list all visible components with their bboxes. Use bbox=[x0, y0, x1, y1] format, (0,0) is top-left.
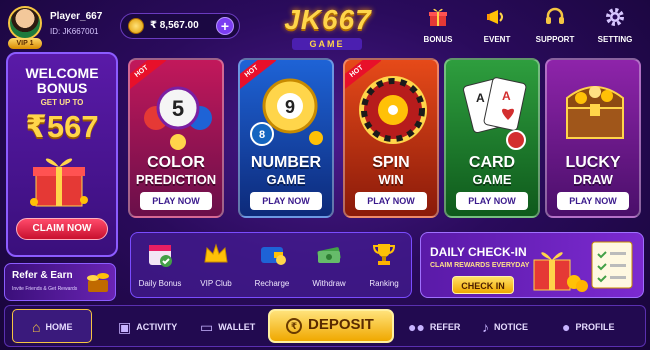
playing-cards-icon: A A bbox=[454, 68, 534, 152]
refer-subtitle: Invite Friends & Get Rewards bbox=[12, 286, 78, 292]
gear-icon bbox=[587, 6, 643, 30]
gift-box-icon bbox=[28, 152, 90, 208]
feature-daily-bonus[interactable]: Daily Bonus bbox=[132, 240, 188, 288]
game-subtitle: DRAW bbox=[573, 172, 613, 187]
treasure-chest-icon bbox=[555, 68, 635, 152]
checkin-subtitle: CLAIM REWARDS EVERYDAY bbox=[430, 262, 530, 269]
nav-label: ACTIVITY bbox=[136, 322, 178, 332]
player-avatar[interactable] bbox=[8, 6, 42, 40]
logo-subtitle: GAME bbox=[292, 38, 362, 50]
support-label: SUPPORT bbox=[535, 35, 575, 44]
game-title: LUCKY bbox=[565, 154, 621, 171]
svg-text:A: A bbox=[476, 91, 485, 105]
bell-icon: ♪ bbox=[482, 319, 489, 335]
logo-title: JK667 bbox=[284, 4, 372, 35]
event-label: EVENT bbox=[483, 35, 511, 44]
player-id: ID: JK667001 bbox=[50, 27, 99, 36]
svg-text:5: 5 bbox=[172, 96, 184, 121]
gift-icon bbox=[410, 6, 466, 30]
nav-activity[interactable]: ▣ ACTIVITY bbox=[118, 318, 177, 336]
game-card-color-prediction[interactable]: 5 HOT COLOR PREDICTION PLAY NOW bbox=[128, 58, 224, 218]
coin-stack-icon bbox=[84, 270, 112, 294]
trophy-icon bbox=[356, 240, 412, 270]
play-now-button[interactable]: PLAY NOW bbox=[250, 192, 322, 210]
nav-label: NOTICE bbox=[494, 322, 529, 332]
add-funds-button[interactable]: + bbox=[216, 17, 234, 35]
feature-recharge[interactable]: Recharge bbox=[244, 240, 300, 288]
nav-label: WALLET bbox=[218, 322, 256, 332]
support-button[interactable]: SUPPORT bbox=[527, 6, 583, 44]
game-subtitle: GAME bbox=[472, 172, 512, 187]
vip-badge: VIP 1 bbox=[8, 38, 42, 49]
player-name: Player_667 bbox=[50, 11, 103, 22]
game-card-card-game[interactable]: A A CARD GAME PLAY NOW bbox=[444, 58, 540, 218]
feature-label: Recharge bbox=[254, 279, 290, 288]
feature-ranking[interactable]: Ranking bbox=[356, 240, 412, 288]
game-card-number-game[interactable]: 9 8 HOT NUMBER GAME PLAY NOW bbox=[238, 58, 334, 218]
lottery-balls-icon: 5 bbox=[138, 68, 218, 152]
play-now-button[interactable]: PLAY NOW bbox=[456, 192, 528, 210]
checkin-title: DAILY CHECK-IN bbox=[430, 245, 527, 259]
play-now-button[interactable]: PLAY NOW bbox=[557, 192, 629, 210]
check-in-button[interactable]: CHECK IN bbox=[452, 276, 514, 294]
crown-icon bbox=[188, 240, 244, 270]
event-button[interactable]: EVENT bbox=[469, 6, 525, 44]
game-card-lucky-draw[interactable]: LUCKY DRAW PLAY NOW bbox=[545, 58, 641, 218]
game-subtitle: GAME bbox=[266, 172, 306, 187]
setting-button[interactable]: SETTING bbox=[587, 6, 643, 44]
home-icon: ⌂ bbox=[32, 319, 41, 335]
play-now-button[interactable]: PLAY NOW bbox=[355, 192, 427, 210]
game-card-spin-win[interactable]: HOT SPIN WIN PLAY NOW bbox=[343, 58, 439, 218]
nav-wallet[interactable]: ▭ WALLET bbox=[200, 318, 255, 336]
bonus-button[interactable]: BONUS bbox=[410, 6, 466, 44]
users-icon: ●● bbox=[408, 319, 425, 335]
coin-icon bbox=[128, 18, 144, 34]
game-subtitle: PREDICTION bbox=[135, 172, 217, 187]
game-title: NUMBER bbox=[250, 154, 322, 171]
nav-label: PROFILE bbox=[575, 322, 615, 332]
nav-refer[interactable]: ●● REFER bbox=[408, 318, 460, 336]
play-now-button[interactable]: PLAY NOW bbox=[140, 192, 212, 210]
feature-label: Ranking bbox=[369, 279, 399, 288]
feature-label: Withdraw bbox=[312, 279, 346, 288]
game-title: COLOR bbox=[147, 154, 205, 171]
nav-label: HOME bbox=[45, 322, 73, 332]
nav-label: REFER bbox=[429, 322, 461, 332]
welcome-amount: ₹567 bbox=[25, 109, 99, 144]
roulette-wheel-icon bbox=[353, 68, 433, 152]
welcome-title: WELCOME BONUS bbox=[25, 65, 99, 96]
rupee-coin-icon: ₹ bbox=[286, 318, 302, 334]
megaphone-icon bbox=[469, 6, 525, 30]
wallet-icon: ▭ bbox=[200, 318, 214, 335]
cash-icon bbox=[301, 240, 357, 270]
setting-label: SETTING bbox=[597, 35, 633, 44]
deposit-label: DEPOSIT bbox=[308, 316, 374, 333]
nav-notice[interactable]: ♪ NOTICE bbox=[482, 318, 528, 336]
svg-text:9: 9 bbox=[285, 97, 295, 117]
number-ball-icon: 9 8 bbox=[248, 68, 328, 152]
nav-profile[interactable]: ● PROFILE bbox=[562, 318, 614, 336]
feature-vip-club[interactable]: VIP Club bbox=[188, 240, 244, 288]
calendar-icon bbox=[132, 240, 188, 270]
refer-title: Refer & Earn bbox=[12, 270, 73, 281]
claim-now-button[interactable]: CLAIM NOW bbox=[16, 218, 108, 240]
user-icon: ● bbox=[562, 319, 571, 335]
game-title: CARD bbox=[468, 154, 516, 171]
game-title: SPIN bbox=[372, 154, 410, 171]
wallet-icon bbox=[244, 240, 300, 270]
nav-home[interactable]: ⌂ HOME bbox=[32, 318, 72, 336]
game-subtitle: WIN bbox=[378, 172, 404, 187]
welcome-get-up-to: GET UP TO bbox=[40, 98, 84, 107]
svg-text:8: 8 bbox=[259, 129, 265, 141]
headset-icon bbox=[527, 6, 583, 30]
bonus-label: BONUS bbox=[423, 35, 453, 44]
feature-label: Daily Bonus bbox=[138, 279, 182, 288]
gift-icon: ▣ bbox=[118, 318, 132, 335]
feature-withdraw[interactable]: Withdraw bbox=[301, 240, 357, 288]
feature-label: VIP Club bbox=[200, 279, 232, 288]
checkin-gift-calendar-icon bbox=[528, 236, 638, 294]
svg-text:A: A bbox=[502, 89, 511, 103]
balance-value: ₹ 8,567.00 bbox=[150, 20, 199, 31]
